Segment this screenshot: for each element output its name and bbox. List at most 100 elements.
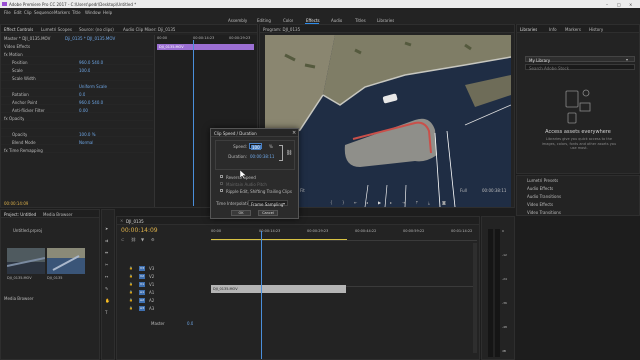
- tab-libraries[interactable]: Libraries: [520, 27, 537, 32]
- effect-property-row[interactable]: Anchor Point 960.0 540.0: [1, 98, 153, 105]
- effect-property-row[interactable]: [1, 122, 153, 129]
- ec-timecode[interactable]: 00:00:14:09: [4, 201, 28, 206]
- effect-property-row[interactable]: Uniform Scale: [1, 82, 153, 89]
- effect-property-row[interactable]: Opacity 100.0 %: [1, 130, 153, 137]
- effects-folder[interactable]: Video Effects: [527, 202, 553, 207]
- dialog-close-icon[interactable]: ×: [292, 130, 296, 136]
- slip-tool-icon[interactable]: ↔: [105, 274, 108, 279]
- ec-playhead[interactable]: [193, 40, 194, 206]
- timeline-clip[interactable]: DJI_0135.MOV: [211, 285, 346, 293]
- effect-property-row[interactable]: fx Opacity: [1, 114, 153, 121]
- lock-icon[interactable]: 🔒: [129, 290, 133, 294]
- tab-audio-clip-mixer[interactable]: Audio Clip Mixer: Dji_0135: [123, 27, 175, 32]
- minimize-button[interactable]: –: [606, 2, 608, 7]
- export-frame-icon[interactable]: ◙: [442, 200, 446, 205]
- track-target-toggle[interactable]: A1: [139, 290, 145, 295]
- step-back-icon[interactable]: ◂: [366, 200, 368, 205]
- menu-window[interactable]: Window: [85, 10, 101, 15]
- effects-folder[interactable]: Lumetri Presets: [527, 178, 558, 183]
- go-to-out-icon[interactable]: ⇥: [402, 200, 405, 205]
- effect-property-value[interactable]: 960.0 540.0: [79, 60, 103, 65]
- lift-icon[interactable]: ⤒: [416, 200, 418, 205]
- sequence-thumbnail[interactable]: [47, 248, 85, 274]
- workspace-color[interactable]: Color: [283, 18, 293, 23]
- play-icon[interactable]: ▶: [378, 200, 381, 205]
- tab-effect-controls[interactable]: Effect Controls: [4, 27, 33, 32]
- fit-dropdown[interactable]: Fit: [300, 188, 305, 193]
- effect-property-value[interactable]: 0.00: [79, 108, 88, 113]
- effect-property-value[interactable]: 960.0 540.0: [79, 100, 103, 105]
- mark-in-icon[interactable]: {: [330, 200, 333, 205]
- menu-edit[interactable]: Edit: [14, 10, 22, 15]
- workspace-titles[interactable]: Titles: [355, 18, 366, 23]
- menu-help[interactable]: Help: [103, 10, 112, 15]
- selection-tool-icon[interactable]: ➤: [105, 226, 108, 231]
- track-select-tool-icon[interactable]: ⇉: [105, 238, 108, 243]
- project-thumbnail[interactable]: [7, 248, 45, 274]
- tab-markers[interactable]: Markers: [565, 27, 581, 32]
- menu-clip[interactable]: Clip: [24, 10, 32, 15]
- library-dropdown[interactable]: My Library ▾: [525, 56, 635, 63]
- workspace-libraries[interactable]: Libraries: [377, 18, 394, 23]
- workspace-assembly[interactable]: Assembly: [228, 18, 247, 23]
- lock-icon[interactable]: 🔒: [129, 298, 133, 302]
- effect-property-value[interactable]: 100.0: [79, 68, 90, 73]
- close-tab-icon[interactable]: ×: [120, 218, 123, 223]
- program-title[interactable]: Program: DJI_0135: [263, 27, 300, 32]
- step-forward-icon[interactable]: ▸: [390, 200, 392, 205]
- go-to-in-icon[interactable]: ⇤: [354, 200, 357, 205]
- maximize-button[interactable]: □: [617, 2, 621, 7]
- menu-file[interactable]: File: [4, 10, 11, 15]
- duration-value[interactable]: 00:00:38:11: [250, 154, 274, 159]
- effect-property-row[interactable]: Anti-flicker Filter 0.00: [1, 106, 153, 113]
- wrench-icon[interactable]: ⚙: [151, 237, 155, 242]
- reverse-speed-checkbox[interactable]: [220, 175, 223, 178]
- effect-property-row[interactable]: fx Motion: [1, 50, 153, 57]
- type-tool-icon[interactable]: T: [105, 310, 107, 315]
- effect-property-row[interactable]: Blend Mode Normal: [1, 138, 153, 145]
- track-target-toggle[interactable]: V1: [139, 282, 145, 287]
- link-chain-icon[interactable]: ⛓: [286, 150, 292, 156]
- add-marker-icon[interactable]: ▼: [141, 237, 144, 242]
- tab-history[interactable]: History: [589, 27, 603, 32]
- pen-tool-icon[interactable]: ✎: [105, 286, 108, 291]
- effects-folder[interactable]: Audio Effects: [527, 186, 553, 191]
- workspace-editing[interactable]: Editing: [257, 18, 271, 23]
- effect-property-row[interactable]: fx Time Remapping: [1, 146, 153, 153]
- time-interpolation-select[interactable]: Frame Sampling ▾: [248, 200, 288, 207]
- close-button[interactable]: ×: [629, 2, 632, 7]
- master-volume[interactable]: 0.0: [187, 321, 193, 326]
- tab-media-browser[interactable]: Media Browser: [43, 212, 73, 217]
- timeline-timecode[interactable]: 00:00:14:09: [121, 227, 158, 234]
- workspace-audio[interactable]: Audio: [331, 18, 342, 23]
- lock-icon[interactable]: 🔒: [129, 274, 133, 278]
- effect-property-row[interactable]: Scale Width: [1, 74, 153, 81]
- hand-tool-icon[interactable]: ✋: [105, 298, 110, 303]
- razor-tool-icon[interactable]: ✂: [105, 262, 108, 267]
- extract-icon[interactable]: ⤓: [428, 200, 430, 205]
- effect-property-row[interactable]: Position 960.0 540.0: [1, 58, 153, 65]
- effect-property-value[interactable]: Normal: [79, 140, 93, 145]
- effects-folder[interactable]: Audio Transitions: [527, 194, 561, 199]
- work-area-bar[interactable]: [211, 239, 347, 240]
- track-target-toggle[interactable]: V3: [139, 266, 145, 271]
- cancel-button[interactable]: Cancel: [258, 210, 278, 216]
- stock-search-input[interactable]: Search Adobe Stock: [525, 64, 635, 71]
- mark-out-icon[interactable]: }: [342, 200, 345, 205]
- tab-lumetri-scopes[interactable]: Lumetri Scopes: [41, 27, 72, 32]
- track-target-toggle[interactable]: A2: [139, 298, 145, 303]
- quality-dropdown[interactable]: Full: [460, 188, 467, 193]
- effect-property-row[interactable]: Rotation 0.0: [1, 90, 153, 97]
- linked-selection-icon[interactable]: ⛓: [131, 237, 136, 242]
- master-clip-label[interactable]: Master * DJI_0135.MOV: [4, 36, 64, 41]
- tab-info[interactable]: Info: [549, 27, 557, 32]
- menu-markers[interactable]: Markers: [54, 10, 70, 15]
- project-item-sequence[interactable]: DJI_0135: [47, 276, 85, 280]
- speed-input[interactable]: 100: [249, 143, 262, 150]
- ripple-edit-checkbox[interactable]: [220, 189, 223, 192]
- program-video-frame[interactable]: [265, 35, 511, 207]
- lock-icon[interactable]: 🔒: [129, 306, 133, 310]
- effects-folder[interactable]: Video Transitions: [527, 210, 561, 215]
- tab-sequence[interactable]: DJI_0135: [126, 219, 144, 224]
- lock-icon[interactable]: 🔒: [129, 266, 133, 270]
